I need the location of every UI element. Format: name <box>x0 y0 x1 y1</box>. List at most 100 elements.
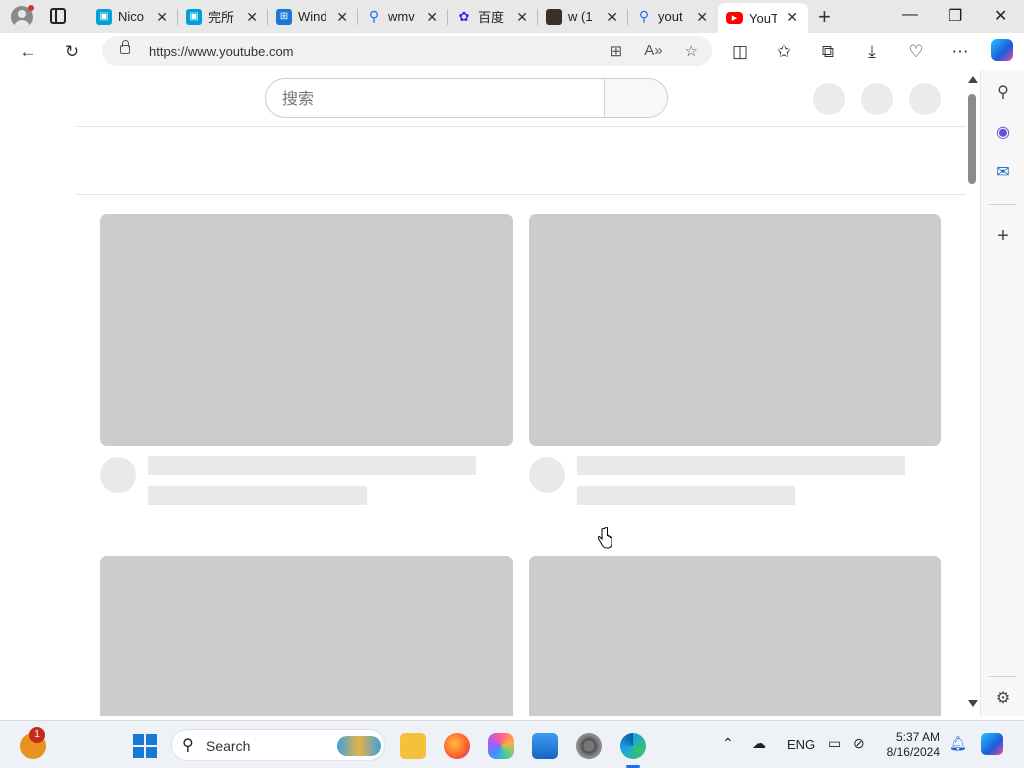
search-input[interactable] <box>282 89 582 108</box>
taskbar-search-box[interactable]: ⚲ Search <box>171 729 385 761</box>
photos-icon[interactable] <box>532 733 558 759</box>
tab-close-icon[interactable]: ✕ <box>516 9 528 26</box>
collections-icon[interactable]: ⧉ <box>816 40 840 64</box>
tab-nico[interactable]: ▣ Nico ✕ <box>88 3 178 30</box>
tab-label: YouT <box>749 10 777 26</box>
tab-youtube-search[interactable]: ⚲ yout ✕ <box>628 3 718 30</box>
close-window-button[interactable]: ✕ <box>994 6 1007 26</box>
chevron-up-icon[interactable]: ⌃ <box>722 735 734 752</box>
tab-youtube[interactable]: ▶ YouT ✕ <box>718 3 808 33</box>
avatar-placeholder <box>909 83 941 115</box>
search-button[interactable] <box>604 79 667 117</box>
video-thumbnail-placeholder <box>529 214 941 446</box>
tab-close-icon[interactable]: ✕ <box>696 9 708 26</box>
back-arrow-icon[interactable]: ← <box>16 40 40 64</box>
favorites-icon[interactable]: ✩ <box>772 40 796 64</box>
refresh-icon[interactable]: ↻ <box>60 40 84 64</box>
browser-essentials-icon[interactable]: ♡ <box>904 40 928 64</box>
image-thumbnail-icon <box>546 8 562 25</box>
display-icon[interactable]: ▭ <box>828 735 841 752</box>
copilot-pre-icon[interactable] <box>981 733 1003 755</box>
onedrive-icon[interactable]: ☁ <box>752 735 766 752</box>
favorite-star-icon[interactable]: ☆ <box>685 42 698 60</box>
tab-wmv-search[interactable]: ⚲ wmv ✕ <box>358 3 448 30</box>
tab-windows[interactable]: ⊞ Wind ✕ <box>268 3 358 30</box>
file-explorer-icon[interactable] <box>400 733 426 759</box>
minimize-button[interactable]: — <box>902 6 918 24</box>
search-highlight-icon <box>337 736 381 756</box>
tab-label: yout <box>658 9 683 24</box>
windows-icon: ⊞ <box>276 8 292 25</box>
language-indicator[interactable]: ENG <box>787 737 815 752</box>
edge-icon[interactable] <box>620 733 646 759</box>
tab-close-icon[interactable]: ✕ <box>336 9 348 26</box>
address-bar[interactable]: https://www.youtube.com ⊞ A» ☆ <box>102 36 712 66</box>
start-windows-icon[interactable] <box>133 734 157 758</box>
time-text: 5:37 AM <box>895 730 940 744</box>
video-thumbnail-placeholder <box>529 556 941 716</box>
copilot-app-icon[interactable] <box>488 733 514 759</box>
tab-close-icon[interactable]: ✕ <box>246 9 258 26</box>
restore-button[interactable]: ❐ <box>948 6 962 26</box>
tab-close-icon[interactable]: ✕ <box>786 9 798 26</box>
settings-more-icon[interactable]: ⋯ <box>948 40 972 64</box>
title-line-placeholder <box>148 456 476 475</box>
scroll-down-arrow-icon[interactable] <box>968 700 978 707</box>
network-icon[interactable]: ⊘ <box>853 735 865 752</box>
tab-label: Nico <box>118 9 145 24</box>
chips-divider <box>76 194 966 195</box>
lock-icon[interactable] <box>120 40 130 54</box>
search-icon: ⚲ <box>182 737 194 754</box>
search-box[interactable] <box>265 78 668 118</box>
gear-icon[interactable]: ⚙ <box>993 688 1013 708</box>
baidu-paw-icon: ✿ <box>458 8 470 24</box>
sidebar-divider <box>989 204 1017 205</box>
new-tab-button[interactable]: + <box>818 4 831 30</box>
downloads-icon[interactable]: ⤓ <box>860 40 884 64</box>
hand-cursor-icon <box>598 527 612 549</box>
sidebar-divider <box>989 676 1017 677</box>
scrollbar-thumb[interactable] <box>968 94 976 184</box>
url-text[interactable]: https://www.youtube.com <box>149 44 294 59</box>
tab-wansuo[interactable]: ▣ 完所 ✕ <box>178 3 268 30</box>
header-icon-placeholder <box>813 83 845 115</box>
tab-image[interactable]: w (1 ✕ <box>538 3 628 30</box>
tab-close-icon[interactable]: ✕ <box>156 9 168 26</box>
notification-badge: 1 <box>29 727 45 743</box>
read-aloud-icon[interactable]: A» <box>644 42 662 60</box>
youtube-page <box>0 70 966 716</box>
search-icon: ⚲ <box>638 8 650 24</box>
search-icon: ⚲ <box>368 8 380 24</box>
office-icon[interactable]: ◉ <box>993 122 1013 142</box>
split-screen-icon[interactable]: ◫ <box>728 40 752 64</box>
windows-taskbar: 1 ⚲ Search ⌃ ☁ ENG ▭ ⊘ 5:37 AM 8/16/2024… <box>0 720 1024 768</box>
outlook-icon[interactable]: ✉ <box>993 162 1013 182</box>
tab-baidu[interactable]: ✿ 百度 ✕ <box>448 3 538 30</box>
tab-actions-menu-icon[interactable] <box>50 8 66 24</box>
clock[interactable]: 5:37 AM 8/16/2024 <box>880 730 940 760</box>
tab-label: Wind <box>298 9 326 24</box>
tab-label: 百度 <box>478 10 505 25</box>
tab-close-icon[interactable]: ✕ <box>426 9 438 26</box>
bell-icon[interactable]: 🔔︎ <box>949 735 967 752</box>
meta-line-placeholder <box>148 486 367 505</box>
copilot-icon[interactable] <box>991 39 1013 61</box>
settings-gear-icon[interactable] <box>576 733 602 759</box>
search-icon[interactable]: ⚲ <box>993 82 1013 102</box>
tab-label: w (1 <box>568 9 593 24</box>
tab-close-icon[interactable]: ✕ <box>606 9 618 26</box>
browser-toolbar: ← ↻ https://www.youtube.com ⊞ A» ☆ ◫ ✩ ⧉… <box>0 33 1024 70</box>
add-icon[interactable]: + <box>993 225 1013 247</box>
bilibili-icon: ▣ <box>186 8 202 25</box>
app-available-icon[interactable]: ⊞ <box>610 42 623 60</box>
date-text: 8/16/2024 <box>886 745 940 759</box>
video-thumbnail-placeholder <box>100 214 513 446</box>
firefox-icon[interactable] <box>444 733 470 759</box>
title-line-placeholder <box>577 456 905 475</box>
scroll-up-arrow-icon[interactable] <box>968 76 978 83</box>
tab-strip: ▣ Nico ✕ ▣ 完所 ✕ ⊞ Wind ✕ ⚲ wmv ✕ ✿ 百度 ✕ … <box>0 0 1024 33</box>
bilibili-icon: ▣ <box>96 8 112 25</box>
page-scrollbar[interactable] <box>966 70 980 716</box>
tab-label: wmv <box>388 9 415 24</box>
header-divider <box>76 126 966 127</box>
